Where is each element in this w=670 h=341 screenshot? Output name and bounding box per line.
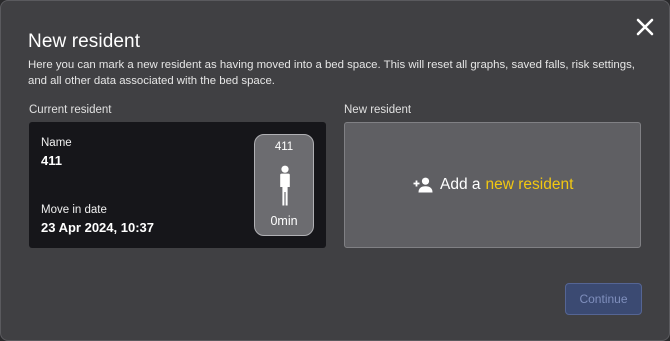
- add-new-resident-card[interactable]: Add a new resident: [344, 122, 641, 248]
- dialog-title: New resident: [28, 31, 141, 52]
- tile-room-number: 411: [274, 141, 294, 153]
- current-resident-card: Name 411 Move in date 23 Apr 2024, 10:37…: [29, 122, 326, 248]
- move-in-date-value: 23 Apr 2024, 10:37: [41, 220, 154, 235]
- new-resident-dialog: New resident Here you can mark a new res…: [0, 0, 670, 341]
- current-resident-label: Current resident: [29, 104, 112, 116]
- add-prefix-text: Add a: [440, 176, 481, 193]
- continue-button[interactable]: Continue: [565, 283, 642, 315]
- name-label: Name: [41, 137, 72, 149]
- new-resident-link[interactable]: new resident: [486, 176, 574, 194]
- bed-space-tile: 411 0min: [254, 134, 314, 236]
- move-in-date-label: Move in date: [41, 204, 107, 216]
- tile-duration: 0min: [270, 214, 298, 228]
- dialog-description: Here you can mark a new resident as havi…: [28, 59, 635, 87]
- person-standing-icon: [280, 165, 290, 206]
- add-new-resident-row[interactable]: Add a new resident: [413, 176, 573, 194]
- name-value: 411: [41, 153, 62, 168]
- new-resident-label: New resident: [344, 104, 412, 116]
- close-icon: [636, 18, 654, 36]
- add-person-icon: [413, 177, 433, 193]
- close-button[interactable]: [631, 13, 659, 41]
